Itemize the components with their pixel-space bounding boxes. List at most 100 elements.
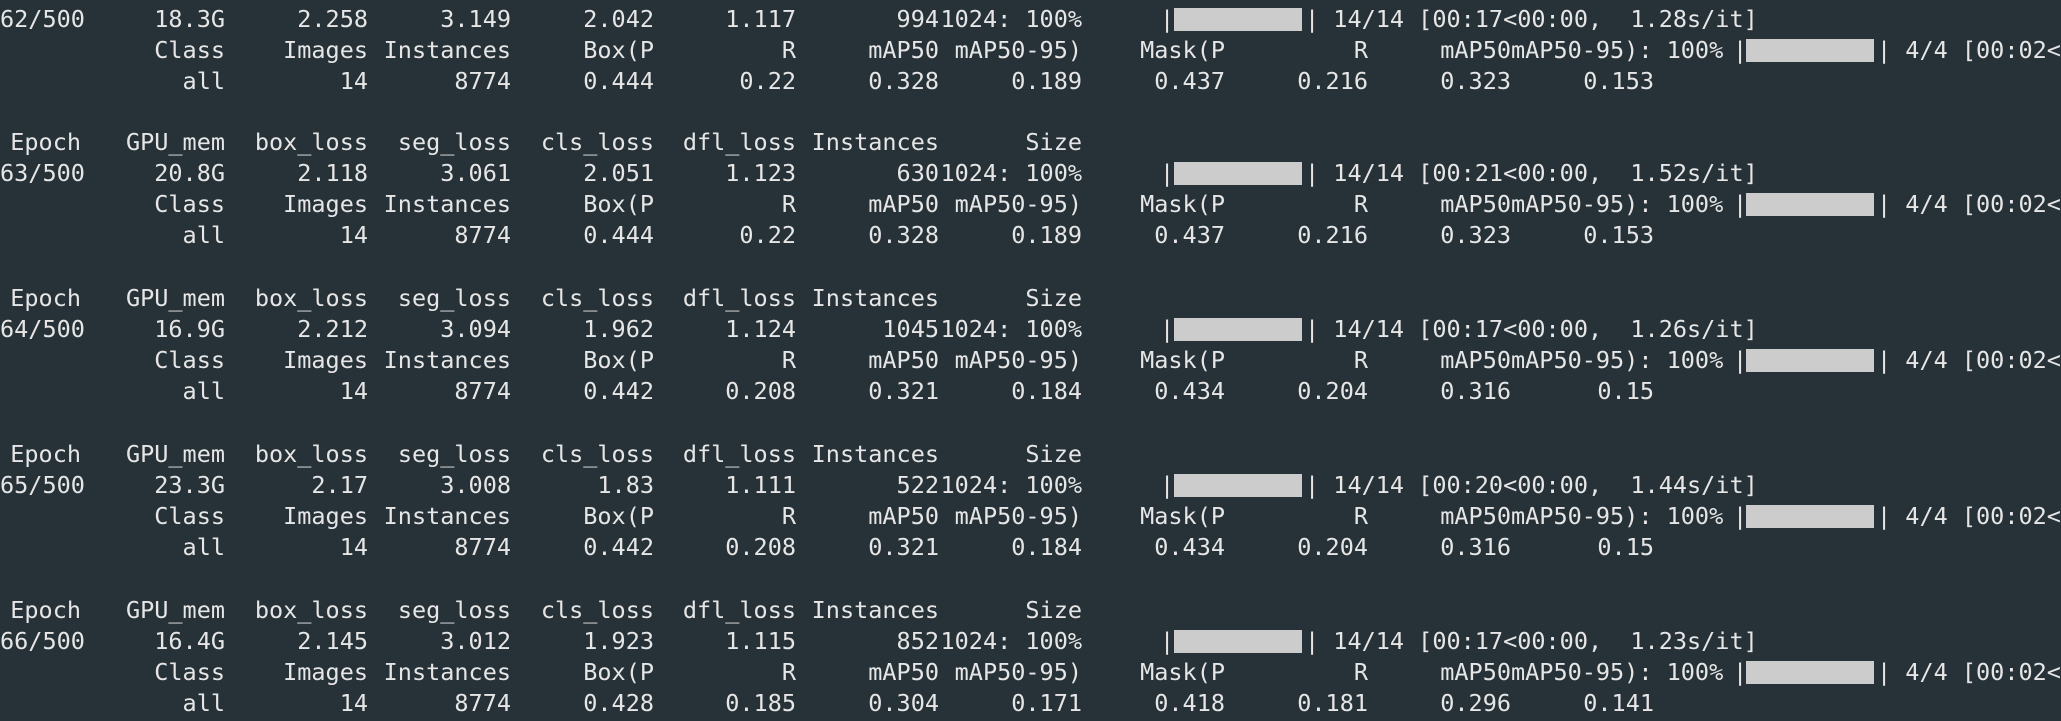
header-label: seg_loss [397, 284, 511, 312]
header-label: cls_loss [540, 284, 654, 312]
train-progress-bar [1174, 162, 1302, 185]
header-label: seg_loss [397, 596, 511, 624]
val-progress-bar [1746, 505, 1874, 528]
train-gpu-mem-value: 16.9G [154, 315, 225, 343]
val-results-line: all 14 8774 0.442 0.208 0.321 0.184 0.434 0.204 0… [0, 376, 2061, 407]
val-result-value: 0.442 [583, 533, 654, 561]
val-label: R [781, 36, 796, 64]
val-label: mAP50-95): 100% [1511, 346, 1724, 374]
val-result-value: 0.204 [1297, 533, 1368, 561]
val-progress-bar [1746, 661, 1874, 684]
train-header-line: Epoch GPU_mem box_loss seg_loss cls_loss dfl_… [0, 439, 2061, 470]
val-results-line: all 14 8774 0.444 0.22 0.328 0.189 0.437 0.216 0.… [0, 66, 2061, 97]
val-result-value: 0.185 [725, 689, 796, 717]
val-results-line: all 14 8774 0.444 0.22 0.328 0.189 0.437 0.216 0.… [0, 220, 2061, 251]
train-gpu-mem-value: 23.3G [154, 471, 225, 499]
val-label: R [781, 190, 796, 218]
header-label: box_loss [254, 440, 368, 468]
val-result-value: 0.216 [1297, 221, 1368, 249]
val-header-line: Class Images Instances Box(P RmAP50 mAP50-95)… [0, 189, 2061, 220]
val-label: mAP50 [868, 190, 939, 218]
val-result-value: 0.418 [1154, 689, 1225, 717]
header-label: Instances [811, 128, 939, 156]
header-label: Size [1025, 440, 1082, 468]
header-label: Epoch [10, 128, 81, 156]
val-result-value: 0.323 [1440, 221, 1511, 249]
val-header-line: Class Images Instances Box(P RmAP50 mAP50-95)… [0, 501, 2061, 532]
train-header-line: Epoch GPU_mem box_loss seg_loss cls_loss dfl_… [0, 127, 2061, 158]
train-progress-bar [1174, 8, 1302, 31]
val-label: mAP50-95): 100% [1511, 658, 1724, 686]
train-size-value: 1024: 100% [940, 627, 1082, 655]
val-result-value: 0.141 [1583, 689, 1654, 717]
train-dfl-loss-value: 1.111 [725, 471, 796, 499]
val-result-value: 0.15 [1597, 533, 1654, 561]
header-label: dfl_loss [682, 128, 796, 156]
val-result-value: 0.153 [1583, 67, 1654, 95]
val-result-value: 0.328 [868, 221, 939, 249]
val-label: mAP50 [1440, 658, 1511, 686]
val-label: Box(P [583, 502, 654, 530]
val-label: Box(P [583, 36, 654, 64]
train-progress-bar [1174, 474, 1302, 497]
train-progress-bar [1174, 318, 1302, 341]
train-seg-loss-value: 3.094 [440, 315, 511, 343]
val-progress-status: | 4/4 [00:02<00 [1877, 190, 2061, 218]
val-result-value: 0.181 [1297, 689, 1368, 717]
val-progress-status: | 4/4 [00:02<00 [1877, 36, 2061, 64]
val-label: Instances [383, 190, 511, 218]
header-label: dfl_loss [682, 596, 796, 624]
val-label: R [1353, 658, 1368, 686]
val-label: mAP50-95) [954, 658, 1082, 686]
val-label: Class [154, 658, 225, 686]
val-label: Mask(P [1140, 190, 1225, 218]
val-result-value: 0.216 [1297, 67, 1368, 95]
train-epoch-value: 65/500 [0, 471, 85, 499]
train-box-loss-value: 2.145 [297, 627, 368, 655]
train-box-loss-value: 2.118 [297, 159, 368, 187]
val-label: Images [283, 190, 368, 218]
val-result-value: 14 [339, 533, 368, 561]
val-header-line: Class Images Instances Box(P RmAP50 mAP50-95)… [0, 657, 2061, 688]
val-label: Images [283, 36, 368, 64]
val-label: R [1353, 190, 1368, 218]
val-result-value: 0.437 [1154, 221, 1225, 249]
val-label: mAP50-95): 100% [1511, 502, 1724, 530]
train-seg-loss-value: 3.149 [440, 5, 511, 33]
val-result-value: 0.321 [868, 377, 939, 405]
epoch-block: Epoch GPU_mem box_loss seg_loss cls_loss dfl_… [0, 283, 2061, 438]
val-label: mAP50-95): 100% [1511, 36, 1724, 64]
val-label: Mask(P [1140, 658, 1225, 686]
train-dfl-loss-value: 1.115 [725, 627, 796, 655]
val-label: mAP50 [868, 658, 939, 686]
val-progress-bar [1746, 193, 1874, 216]
header-label: Instances [811, 440, 939, 468]
train-progress-bar [1174, 630, 1302, 653]
val-label: Images [283, 658, 368, 686]
train-cls-loss-value: 1.962 [583, 315, 654, 343]
val-result-value: 0.321 [868, 533, 939, 561]
train-progress-status: | 14/14 [00:21<00:00, 1.52s/it] [1305, 159, 1758, 187]
val-label: Class [154, 36, 225, 64]
val-result-value: 14 [339, 689, 368, 717]
train-box-loss-value: 2.17 [311, 471, 368, 499]
val-result-value: 0.323 [1440, 67, 1511, 95]
header-label: GPU_mem [125, 128, 225, 156]
train-dfl-loss-value: 1.124 [725, 315, 796, 343]
train-gpu-mem-value: 16.4G [154, 627, 225, 655]
val-label: R [1353, 36, 1368, 64]
train-epoch-value: 62/500 [0, 5, 85, 33]
val-label: mAP50 [1440, 190, 1511, 218]
train-cls-loss-value: 1.83 [597, 471, 654, 499]
train-metrics-line: 65/500 23.3G 2.17 3.008 1.83 1.111 522 1024: 10… [0, 470, 2061, 501]
progress-bar-left-edge: | [1160, 471, 1175, 499]
val-progress-status: | 4/4 [00:02<00 [1877, 346, 2061, 374]
val-result-value: 0.15 [1597, 377, 1654, 405]
val-result-value: 8774 [454, 689, 511, 717]
val-label: Instances [383, 502, 511, 530]
val-label: Instances [383, 658, 511, 686]
train-dfl-loss-value: 1.117 [725, 5, 796, 33]
header-label: Epoch [10, 596, 81, 624]
header-label: Instances [811, 596, 939, 624]
header-label: box_loss [254, 596, 368, 624]
